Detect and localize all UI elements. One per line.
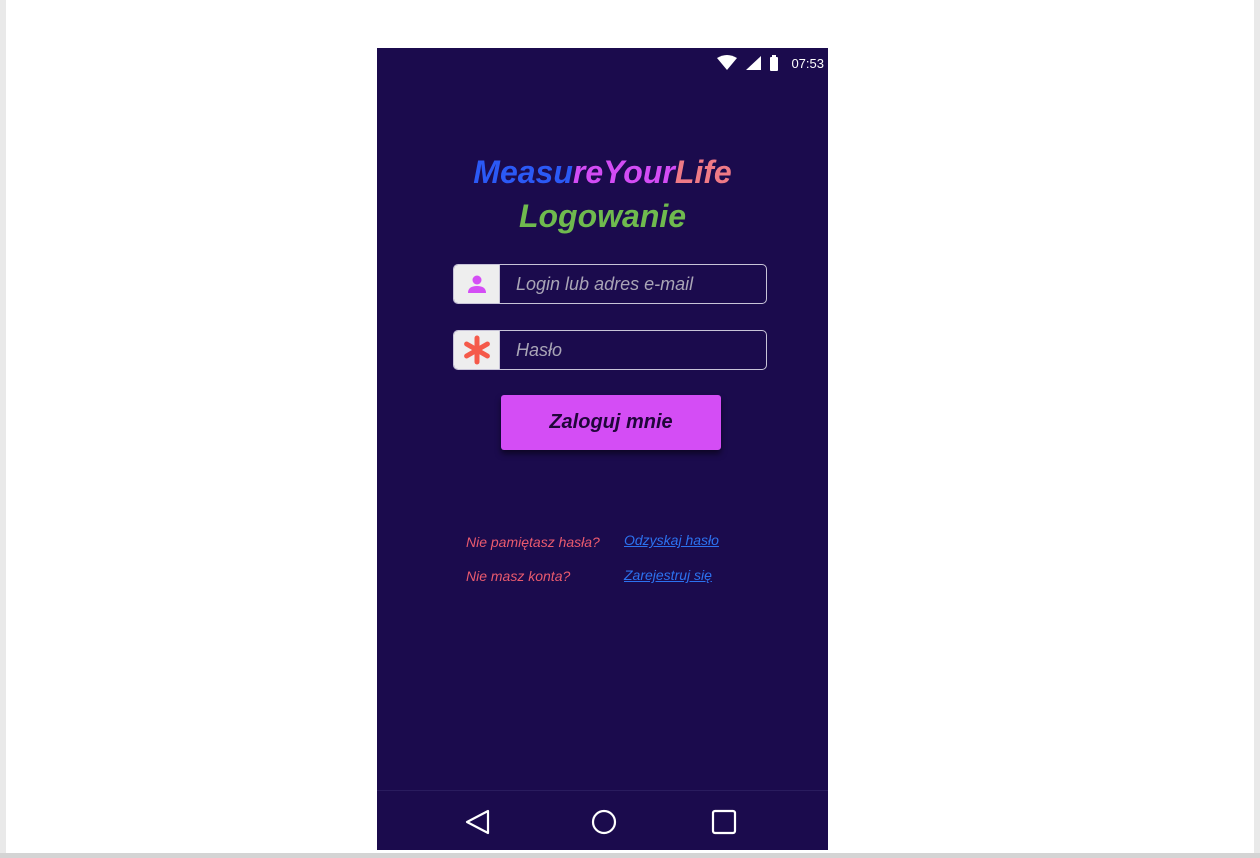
register-link[interactable]: Zarejestruj się	[624, 567, 712, 583]
canvas-right-border	[1254, 0, 1260, 858]
signal-icon	[745, 55, 762, 71]
wifi-icon	[717, 55, 738, 71]
recents-icon[interactable]	[709, 807, 739, 837]
app-title-part-1: Measu	[473, 154, 573, 190]
phone-screen: 07:53 MeasureYourLife Logowanie Zaloguj …	[377, 48, 828, 850]
no-account-question: Nie masz konta?	[466, 568, 571, 584]
login-button[interactable]: Zaloguj mnie	[501, 395, 721, 450]
canvas-bottom-scrollbar	[0, 853, 1260, 858]
app-title-part-3: Life	[674, 154, 732, 190]
back-icon[interactable]	[463, 807, 493, 837]
app-title: MeasureYourLife	[377, 152, 828, 192]
battery-icon	[769, 55, 779, 71]
user-icon	[454, 265, 500, 303]
recover-password-link[interactable]: Odzyskaj hasło	[624, 532, 719, 548]
asterisk-icon	[454, 331, 500, 369]
status-time: 07:53	[791, 55, 824, 71]
password-input[interactable]	[500, 331, 766, 369]
forgot-password-question: Nie pamiętasz hasła?	[466, 534, 600, 550]
navigation-bar	[377, 790, 828, 850]
canvas-left-border	[0, 0, 6, 858]
login-field	[453, 264, 767, 304]
password-field	[453, 330, 767, 370]
home-icon[interactable]	[589, 807, 619, 837]
status-bar: 07:53	[377, 48, 828, 78]
app-title-part-2: reYour	[572, 154, 675, 190]
page-title: Logowanie	[518, 198, 687, 234]
login-input[interactable]	[500, 265, 766, 303]
